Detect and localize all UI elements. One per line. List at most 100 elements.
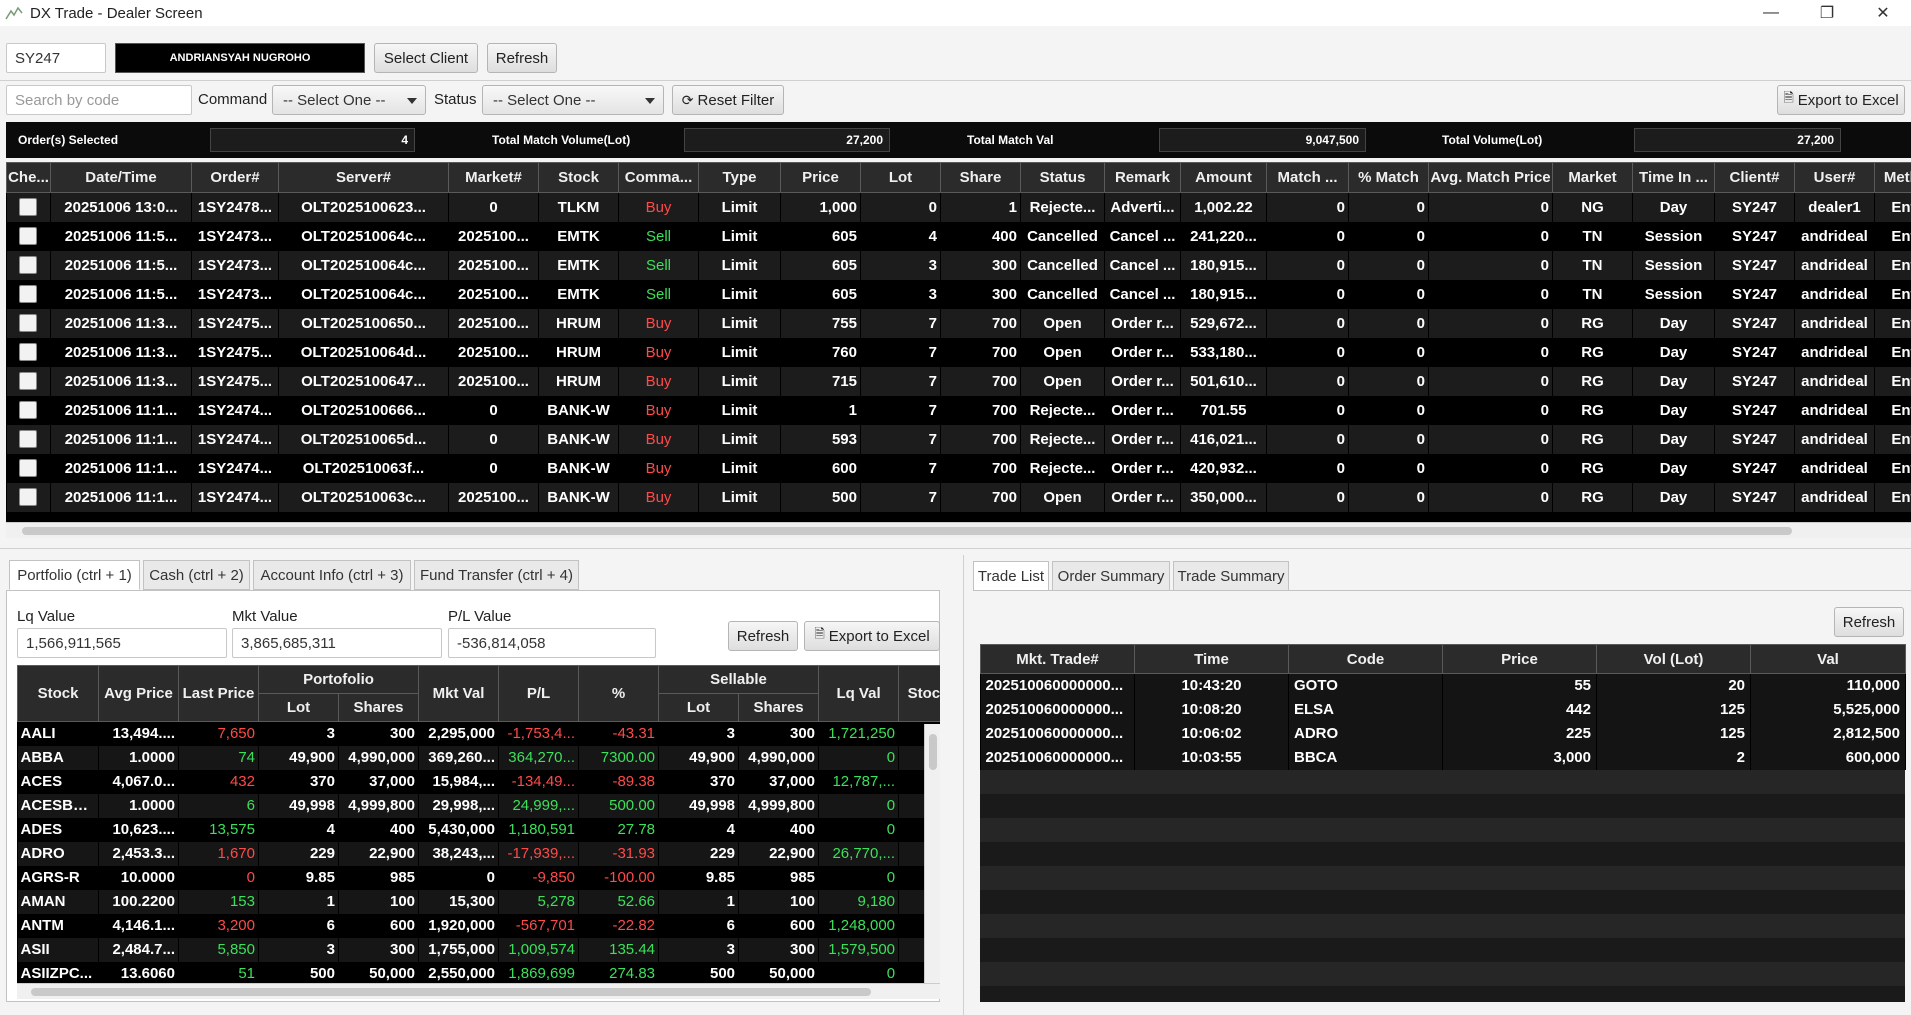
- trade-col-header[interactable]: Val: [1750, 644, 1906, 674]
- orders-col-header[interactable]: % Match: [1348, 162, 1429, 193]
- row-select-cell[interactable]: [6, 482, 51, 512]
- refresh-button[interactable]: Refresh: [487, 43, 557, 73]
- orders-col-header[interactable]: Remark: [1104, 162, 1181, 193]
- order-row[interactable]: 20251006 11:5... 1SY2473... OLT202510064c.…: [6, 221, 1911, 251]
- portfolio-row[interactable]: AMAN 100.2200 153 1 100 15,300 5,278 52.66 1 100 9…: [17, 889, 940, 914]
- select-client-button[interactable]: Select Client: [374, 43, 478, 73]
- orders-col-header[interactable]: User#: [1794, 162, 1875, 193]
- order-row[interactable]: 20251006 11:1... 1SY2474... OLT2025100666.…: [6, 395, 1911, 425]
- row-select-cell[interactable]: [6, 395, 51, 425]
- row-select-cell[interactable]: [6, 366, 51, 396]
- col-lq-val[interactable]: Lq Val: [818, 665, 900, 722]
- row-select-cell[interactable]: [6, 424, 51, 454]
- portfolio-row[interactable]: ACES 4,067.0... 432 370 37,000 15,984,... -134…: [17, 769, 940, 794]
- portfolio-row[interactable]: ANTM 4,146.1... 3,200 6 600 1,920,000 -567,701…: [17, 913, 940, 938]
- portfolio-row[interactable]: ABBA 1.0000 74 49,900 4,990,000 369,260... 364…: [17, 745, 940, 770]
- orders-col-header[interactable]: Client#: [1714, 162, 1795, 193]
- portfolio-row[interactable]: ACESBQ... 1.0000 6 49,998 4,999,800 29,998,..…: [17, 793, 940, 818]
- order-row[interactable]: 20251006 11:5... 1SY2473... OLT202510064c.…: [6, 279, 1911, 309]
- row-select-cell[interactable]: [6, 221, 51, 251]
- orders-col-header[interactable]: Comma...: [618, 162, 699, 193]
- orders-col-header[interactable]: Server#: [278, 162, 449, 193]
- row-select-cell[interactable]: [6, 453, 51, 483]
- portfolio-vscrollbar[interactable]: [924, 724, 940, 983]
- col-sellable-lot[interactable]: Lot: [658, 693, 740, 722]
- orders-col-header[interactable]: Price: [780, 162, 861, 193]
- left-tab-2[interactable]: Account Info (ctrl + 3): [253, 560, 411, 590]
- order-row[interactable]: 20251006 13:0... 1SY2478... OLT2025100623.…: [6, 192, 1911, 222]
- portfolio-row[interactable]: ASII 2,484.7... 5,850 3 300 1,755,000 1,009,57…: [17, 937, 940, 962]
- checkbox-icon[interactable]: [19, 227, 38, 246]
- orders-col-header[interactable]: Time In ...: [1632, 162, 1715, 193]
- row-select-cell[interactable]: [6, 308, 51, 338]
- order-row[interactable]: 20251006 11:3... 1SY2475... OLT202510064d.…: [6, 337, 1911, 367]
- status-select[interactable]: -- Select One --: [482, 85, 664, 115]
- trade-row[interactable]: 202510060000000... 10:43:20 GOTO 55 20 110,00…: [980, 673, 1906, 698]
- maximize-button[interactable]: ❐: [1799, 0, 1855, 26]
- scroll-thumb[interactable]: [929, 734, 937, 770]
- checkbox-icon[interactable]: [19, 372, 38, 391]
- order-row[interactable]: 20251006 11:1... 1SY2474... OLT202510063f.…: [6, 453, 1911, 483]
- portfolio-row[interactable]: ASIIZPC... 13.6060 51 500 50,000 2,550,000 1,8…: [17, 961, 940, 983]
- col-pl[interactable]: P/L: [498, 665, 580, 722]
- checkbox-icon[interactable]: [19, 488, 38, 507]
- order-row[interactable]: 20251006 11:1... 1SY2474... OLT202510063c.…: [6, 482, 1911, 512]
- trade-col-header[interactable]: Price: [1442, 644, 1597, 674]
- orders-col-header[interactable]: Avg. Match Price: [1428, 162, 1553, 193]
- left-tab-0[interactable]: Portfolio (ctrl + 1): [9, 560, 140, 590]
- orders-col-header[interactable]: Che...: [6, 162, 51, 193]
- orders-hscrollbar[interactable]: [6, 522, 1911, 538]
- trade-col-header[interactable]: Code: [1288, 644, 1443, 674]
- order-row[interactable]: 20251006 11:3... 1SY2475... OLT2025100647.…: [6, 366, 1911, 396]
- col-pct[interactable]: %: [578, 665, 660, 722]
- col-shares[interactable]: Shares: [337, 693, 420, 722]
- portfolio-row[interactable]: AGRS-R 10.0000 0 9.85 985 0 -9,850 -100.00 9.85 9…: [17, 865, 940, 890]
- orders-col-header[interactable]: Amount: [1180, 162, 1267, 193]
- command-select[interactable]: -- Select One --: [272, 85, 426, 115]
- orders-col-header[interactable]: Stock: [538, 162, 619, 193]
- client-code-input[interactable]: SY247: [6, 43, 106, 73]
- col-last-price[interactable]: Last Price: [178, 665, 259, 722]
- checkbox-icon[interactable]: [19, 343, 38, 362]
- trade-col-header[interactable]: Mkt. Trade#: [980, 644, 1135, 674]
- orders-col-header[interactable]: Date/Time: [50, 162, 192, 193]
- order-row[interactable]: 20251006 11:1... 1SY2474... OLT202510065d.…: [6, 424, 1911, 454]
- col-lot[interactable]: Lot: [258, 693, 339, 722]
- reset-filter-button[interactable]: ⟳ Reset Filter: [672, 85, 784, 115]
- trade-refresh-button[interactable]: Refresh: [1834, 607, 1904, 637]
- row-select-cell[interactable]: [6, 279, 51, 309]
- portfolio-refresh-button[interactable]: Refresh: [728, 621, 798, 651]
- col-stock-2[interactable]: Stock: [898, 665, 940, 722]
- col-sellable-shares[interactable]: Shares: [738, 693, 820, 722]
- checkbox-icon[interactable]: [19, 430, 38, 449]
- trade-col-header[interactable]: Vol (Lot): [1596, 644, 1751, 674]
- trade-col-header[interactable]: Time: [1134, 644, 1289, 674]
- row-select-cell[interactable]: [6, 337, 51, 367]
- portfolio-row[interactable]: AALI 13,494.... 7,650 3 300 2,295,000 -1,753,4…: [17, 721, 940, 746]
- close-button[interactable]: ✕: [1855, 0, 1911, 26]
- col-stock[interactable]: Stock: [17, 665, 99, 722]
- checkbox-icon[interactable]: [19, 459, 38, 478]
- orders-col-header[interactable]: Order#: [191, 162, 279, 193]
- trade-row[interactable]: 202510060000000... 10:08:20 ELSA 442 125 5,52…: [980, 697, 1906, 722]
- orders-col-header[interactable]: Market#: [448, 162, 539, 193]
- orders-col-header[interactable]: Method: [1874, 162, 1911, 193]
- checkbox-icon[interactable]: [19, 314, 38, 333]
- portfolio-row[interactable]: ADES 10,623.... 13,575 4 400 5,430,000 1,180,5…: [17, 817, 940, 842]
- orders-col-header[interactable]: Type: [698, 162, 781, 193]
- order-row[interactable]: 20251006 11:3... 1SY2475... OLT2025100650.…: [6, 308, 1911, 338]
- orders-col-header[interactable]: Match ...: [1266, 162, 1349, 193]
- left-tab-3[interactable]: Fund Transfer (ctrl + 4): [414, 560, 579, 590]
- orders-col-header[interactable]: Lot: [860, 162, 941, 193]
- scroll-thumb[interactable]: [31, 988, 871, 996]
- checkbox-icon[interactable]: [19, 256, 38, 275]
- export-excel-button[interactable]: 🗎 Export to Excel: [1777, 85, 1905, 115]
- order-row[interactable]: 20251006 11:5... 1SY2473... OLT202510064c.…: [6, 250, 1911, 280]
- checkbox-icon[interactable]: [19, 198, 38, 217]
- row-select-cell[interactable]: [6, 192, 51, 222]
- right-tab-2[interactable]: Trade Summary: [1173, 561, 1289, 591]
- row-select-cell[interactable]: [6, 250, 51, 280]
- left-tab-1[interactable]: Cash (ctrl + 2): [143, 560, 250, 590]
- col-mkt-val[interactable]: Mkt Val: [418, 665, 500, 722]
- right-tab-0[interactable]: Trade List: [973, 561, 1049, 591]
